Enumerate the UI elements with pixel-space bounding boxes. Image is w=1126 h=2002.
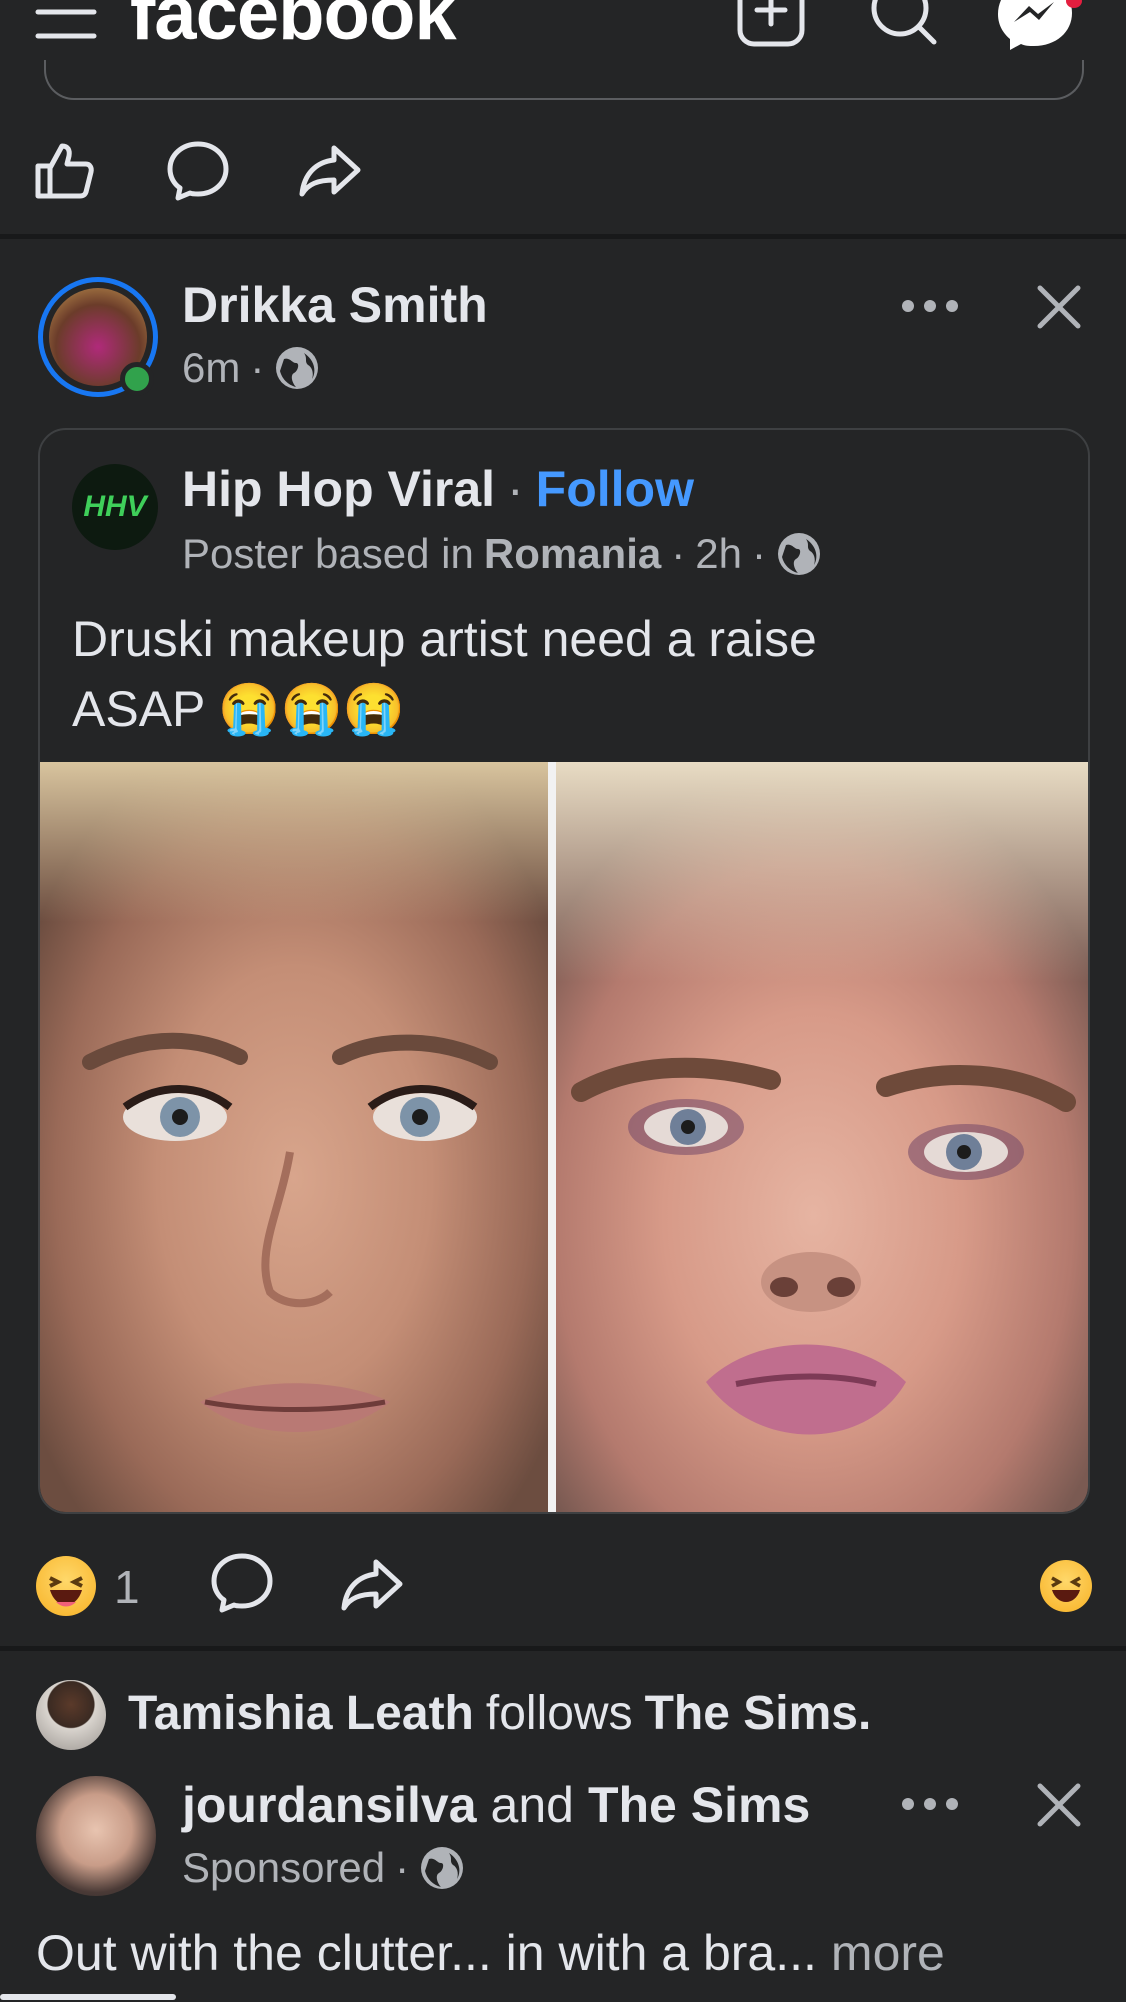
follow-button[interactable]: Follow [536,460,694,518]
previous-post-card-edge [44,60,1084,100]
like-icon[interactable] [34,140,96,200]
facebook-logo[interactable]: facebook [130,0,457,57]
follow-notice: Tamishia Leath follows The Sims. [128,1686,871,1741]
ad-text: Out with the clutter... in with a bra...… [36,1924,945,1982]
more-options-icon[interactable] [900,296,960,316]
page-avatar-text: HHV [83,490,147,523]
reaction-count[interactable]: 1 [114,1560,140,1614]
reaction-button[interactable] [1040,1560,1092,1612]
advertiser-avatar[interactable] [36,1776,156,1896]
close-icon[interactable] [1034,1780,1084,1830]
post-photo[interactable] [40,762,1088,1512]
messenger-icon[interactable] [996,0,1076,52]
post-divider [0,234,1126,239]
online-indicator [120,362,154,396]
meta-separator: · [671,530,686,577]
top-bar: facebook [0,0,1126,60]
photo-divider [548,762,556,1512]
sponsored-label[interactable]: Sponsored [182,1844,385,1892]
search-icon[interactable] [868,0,940,50]
post-text-line1: Druski makeup artist need a raise [72,611,817,667]
globe-icon [421,1847,464,1889]
see-more-link[interactable]: more [831,1924,945,1982]
more-options-icon[interactable] [900,1794,960,1814]
photo-right-face [556,762,1088,1512]
author-name[interactable]: Drikka Smith [182,276,488,334]
globe-icon [777,533,820,575]
create-icon[interactable] [736,0,808,50]
share-icon[interactable] [340,1556,404,1612]
post-text-line2: ASAP 😭😭😭 [72,681,406,737]
poster-prefix: Poster based in [182,530,474,577]
shared-time[interactable]: 2h [695,530,742,578]
poster-location: Romania [483,530,662,577]
and-word: and [490,1777,574,1833]
advertiser-name-1[interactable]: jourdansilva [182,1776,477,1834]
advertiser-names: jourdansilva and The Sims [182,1776,810,1834]
post-meta: 6m · [182,344,320,392]
meta-separator: · [395,1844,410,1891]
photo-left-face [40,762,548,1512]
post-text: Druski makeup artist need a raise ASAP 😭… [72,604,817,744]
shared-meta: Poster based in Romania · 2h · [182,530,822,578]
menu-icon[interactable] [34,0,98,44]
page-name[interactable]: Hip Hop Viral [182,460,495,518]
follower-name[interactable]: Tamishia Leath [128,1686,474,1741]
post-time[interactable]: 6m [182,344,240,392]
close-icon[interactable] [1034,282,1084,332]
ad-text-body: Out with the clutter... in with a bra... [36,1925,817,1981]
page-avatar[interactable]: HHV [72,464,158,550]
advertiser-name-2[interactable]: The Sims [588,1776,810,1834]
globe-icon [276,347,319,389]
share-icon[interactable] [298,142,362,198]
followed-page[interactable]: The Sims. [645,1686,872,1741]
post-divider [0,1646,1126,1651]
scroll-indicator [0,1994,176,2000]
comment-icon[interactable] [210,1552,274,1614]
page-name-row: Hip Hop Viral · Follow [182,460,694,518]
follower-avatar[interactable] [36,1680,106,1750]
meta-separator: · [751,530,766,577]
sponsored-meta: Sponsored · [182,1844,465,1892]
name-separator: · [507,461,524,517]
shared-post-card[interactable]: HHV Hip Hop Viral · Follow Poster based … [38,428,1090,1514]
comment-icon[interactable] [166,140,230,202]
follows-word: follows [485,1687,633,1740]
reaction-emoji-left[interactable] [36,1556,96,1616]
meta-separator: · [250,344,265,391]
